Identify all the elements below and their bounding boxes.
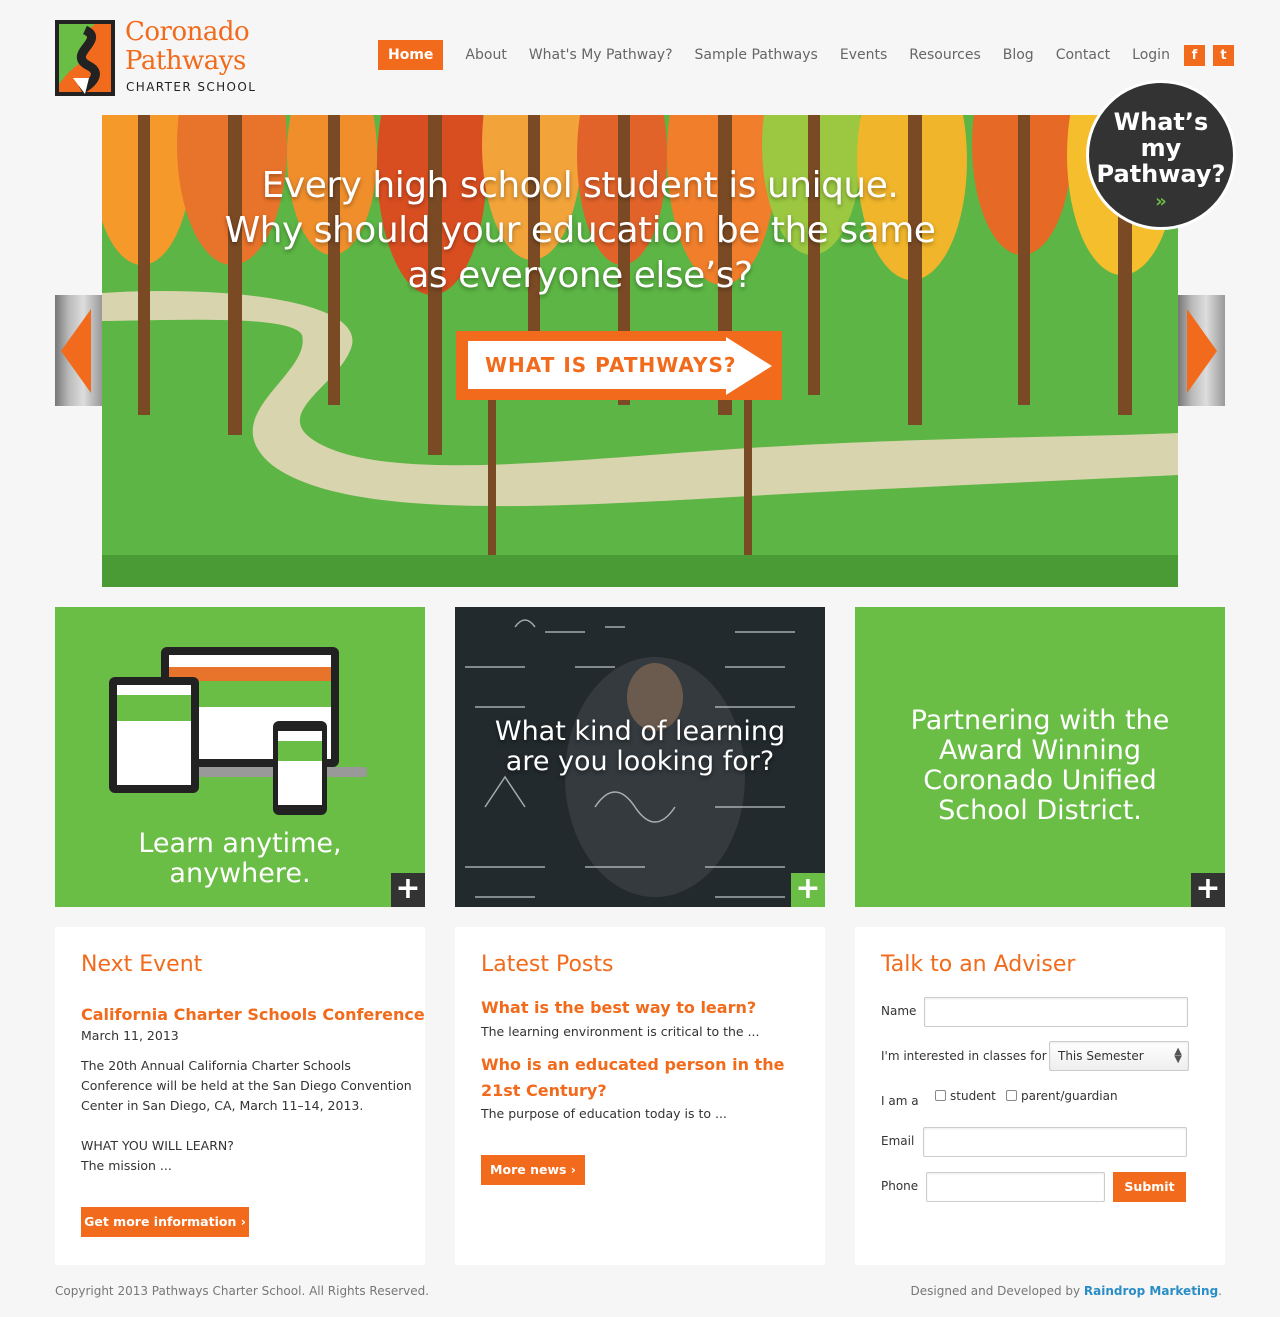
what-is-pathways-button[interactable]: WHAT IS PATHWAYS?	[456, 331, 782, 400]
event-date: March 11, 2013	[81, 1028, 179, 1043]
event-learn-heading: WHAT YOU WILL LEARN?	[81, 1138, 234, 1153]
latest-posts-heading: Latest Posts	[481, 952, 614, 977]
expand-plus-icon[interactable]: +	[791, 873, 825, 907]
phone-label: Phone	[881, 1179, 919, 1193]
tile-1-caption-line-1: Learn anytime,	[138, 828, 342, 859]
devices-illustration	[109, 647, 367, 815]
tile-1-caption-line-2: anywhere.	[169, 858, 311, 889]
post-1-excerpt: The learning environment is critical to …	[481, 1024, 760, 1039]
badge-line-1: What’s	[1113, 108, 1209, 136]
tile-3-caption-line-2: Award Winning	[939, 735, 1141, 766]
tile-2-caption-line-2: are you looking for?	[505, 746, 775, 777]
post-2-excerpt: The purpose of education today is to ...	[481, 1106, 727, 1121]
credit-text: Designed and Developed by Raindrop Marke…	[911, 1284, 1222, 1298]
student-label: student	[950, 1089, 996, 1103]
logo-line-3: CHARTER SCHOOL	[126, 80, 257, 94]
slider-next-button[interactable]	[1178, 295, 1225, 406]
nav-home[interactable]: Home	[378, 40, 444, 70]
badge-line-3: Pathway?	[1096, 160, 1226, 188]
more-news-button[interactable]: More news ›	[481, 1155, 585, 1185]
pathways-logo-icon	[55, 20, 115, 96]
credit-prefix: Designed and Developed by	[910, 1284, 1084, 1298]
whats-my-pathway-badge[interactable]: What’s my Pathway? »	[1086, 80, 1236, 230]
logo-line-2: Pathways	[125, 46, 246, 76]
arrow-right-icon	[1187, 309, 1217, 393]
badge-line-2: my	[1140, 134, 1182, 162]
tile-3-caption-line-3: Coronado Unified	[923, 765, 1157, 796]
credit-suffix: .	[1218, 1284, 1222, 1298]
nav-contact[interactable]: Contact	[1056, 40, 1110, 70]
adviser-heading: Talk to an Adviser	[881, 952, 1076, 977]
copyright-text: Copyright 2013 Pathways Charter School. …	[55, 1284, 430, 1298]
select-arrows-icon: ▲ ▼	[1174, 1046, 1182, 1065]
next-event-panel: Next Event California Charter Schools Co…	[55, 927, 425, 1265]
nav-about[interactable]: About	[465, 40, 506, 70]
logo[interactable]: Coronado Pathways CHARTER SCHOOL	[55, 17, 265, 100]
tile-2-caption: What kind of learning are you looking fo…	[455, 717, 825, 777]
nav-login[interactable]: Login	[1132, 40, 1170, 70]
tile-learning-kind[interactable]: What kind of learning are you looking fo…	[455, 607, 825, 907]
nav-resources[interactable]: Resources	[909, 40, 981, 70]
hero-slider: Every high school student is unique. Why…	[102, 115, 1178, 587]
submit-button[interactable]: Submit	[1113, 1172, 1186, 1202]
nav-whats-my-pathway[interactable]: What's My Pathway?	[529, 40, 673, 70]
email-input[interactable]	[923, 1127, 1187, 1157]
tile-3-caption: Partnering with the Award Winning Corona…	[855, 706, 1225, 826]
hero-headline-line-1: Every high school student is unique.	[261, 165, 899, 206]
classes-select-value: This Semester	[1058, 1049, 1144, 1063]
student-checkbox[interactable]	[935, 1090, 946, 1101]
parent-label: parent/guardian	[1021, 1089, 1118, 1103]
what-is-pathways-label: WHAT IS PATHWAYS?	[485, 353, 737, 377]
twitter-icon[interactable]: t	[1212, 44, 1234, 66]
classes-label: I'm interested in classes for	[881, 1049, 1047, 1063]
phone-input[interactable]	[926, 1172, 1105, 1202]
event-description: The 20th Annual California Charter Schoo…	[81, 1058, 412, 1113]
raindrop-marketing-link[interactable]: Raindrop Marketing	[1084, 1284, 1218, 1298]
expand-plus-icon[interactable]: +	[1191, 873, 1225, 907]
adviser-form-panel: Talk to an Adviser Name I'm interested i…	[855, 927, 1225, 1265]
email-label: Email	[881, 1134, 915, 1148]
tile-1-caption: Learn anytime, anywhere.	[55, 829, 425, 889]
hero-headline: Every high school student is unique. Why…	[102, 163, 1058, 298]
post-1-title-link[interactable]: What is the best way to learn?	[481, 998, 756, 1017]
hero-headline-line-2: Why should your education be the same	[224, 210, 936, 251]
tile-learn-anytime[interactable]: Learn anytime, anywhere. +	[55, 607, 425, 907]
nav-sample-pathways[interactable]: Sample Pathways	[695, 40, 818, 70]
event-title-link[interactable]: California Charter Schools Conference	[81, 1005, 425, 1024]
parent-option[interactable]: parent/guardian	[1006, 1089, 1118, 1103]
post-2-title-link[interactable]: Who is an educated person in the 21st Ce…	[481, 1052, 801, 1104]
student-option[interactable]: student	[935, 1089, 996, 1103]
name-label: Name	[881, 1004, 917, 1018]
classes-select[interactable]: This Semester ▲ ▼	[1049, 1041, 1189, 1071]
event-mission: The mission ...	[81, 1158, 172, 1173]
arrow-left-icon	[61, 309, 91, 393]
badge-text: What’s my Pathway?	[1089, 109, 1233, 187]
parent-checkbox[interactable]	[1006, 1090, 1017, 1101]
double-chevron-right-icon: »	[1155, 191, 1167, 212]
main-nav: Home About What's My Pathway? Sample Pat…	[378, 40, 1242, 70]
next-event-heading: Next Event	[81, 952, 203, 977]
tile-3-caption-line-1: Partnering with the	[910, 705, 1170, 736]
slider-prev-button[interactable]	[55, 295, 102, 406]
nav-blog[interactable]: Blog	[1003, 40, 1034, 70]
i-am-a-label: I am a	[881, 1094, 919, 1108]
tile-2-caption-line-1: What kind of learning	[494, 716, 786, 747]
tile-partnering[interactable]: Partnering with the Award Winning Corona…	[855, 607, 1225, 907]
expand-plus-icon[interactable]: +	[391, 873, 425, 907]
logo-line-1: Coronado	[125, 17, 250, 47]
nav-events[interactable]: Events	[840, 40, 887, 70]
tile-3-caption-line-4: School District.	[938, 795, 1142, 826]
get-more-information-button[interactable]: Get more information ›	[81, 1207, 249, 1237]
latest-posts-panel: Latest Posts What is the best way to lea…	[455, 927, 825, 1265]
facebook-icon[interactable]: f	[1183, 44, 1205, 66]
name-input[interactable]	[924, 997, 1188, 1027]
hero-headline-line-3: as everyone else’s?	[407, 255, 753, 296]
